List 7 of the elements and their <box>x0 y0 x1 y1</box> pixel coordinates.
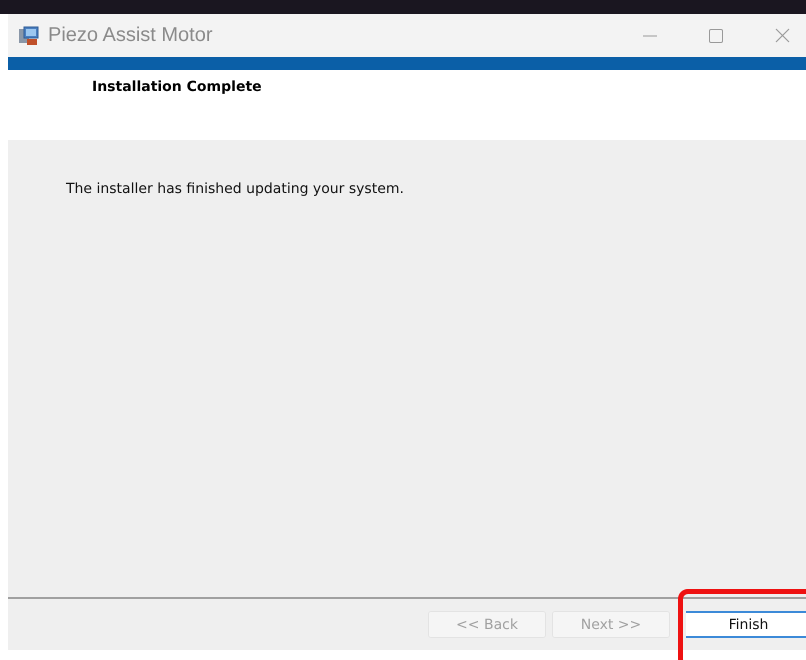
status-message: The installer has finished updating your system. <box>66 181 404 197</box>
installer-icon <box>18 26 40 46</box>
window-title: Piezo Assist Motor <box>48 24 213 47</box>
maximize-icon[interactable] <box>709 28 723 42</box>
wizard-button[interactable]: Finish <box>686 611 806 638</box>
page-heading: Installation Complete <box>92 79 262 95</box>
close-icon[interactable] <box>775 28 790 43</box>
